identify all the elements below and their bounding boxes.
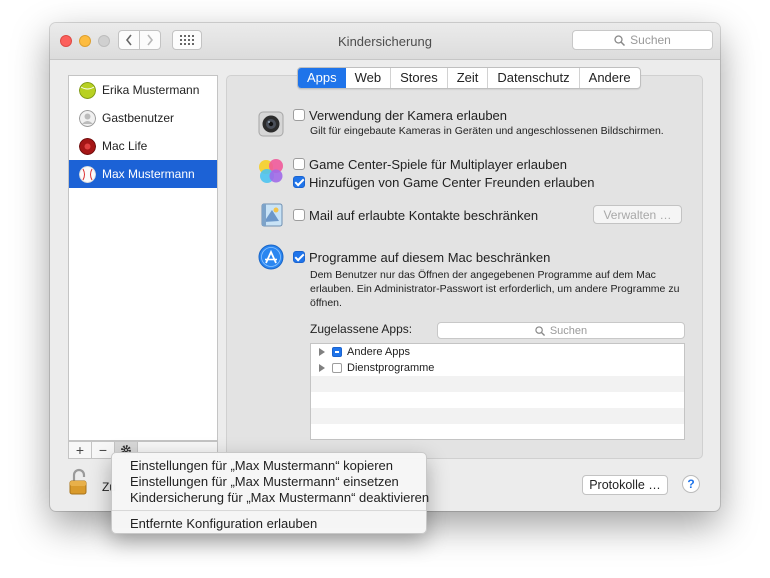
user-item-max[interactable]: Max Mustermann bbox=[69, 160, 217, 188]
apps-search-placeholder: Suchen bbox=[549, 324, 588, 337]
list-item[interactable]: Andere Apps bbox=[311, 344, 684, 360]
camera-checkbox[interactable] bbox=[293, 109, 305, 121]
search-placeholder: Suchen bbox=[630, 33, 671, 47]
user-name: Erika Mustermann bbox=[102, 83, 200, 97]
logs-button[interactable]: Protokolle … bbox=[582, 475, 668, 495]
friends-label: Hinzufügen von Game Center Freunden erla… bbox=[309, 175, 595, 190]
menu-separator bbox=[112, 510, 426, 511]
menu-item-copy-settings[interactable]: Einstellungen für „Max Mustermann“ kopie… bbox=[112, 458, 426, 474]
programs-checkbox[interactable] bbox=[293, 251, 305, 263]
tab-stores[interactable]: Stores bbox=[391, 68, 448, 88]
mail-checkbox[interactable] bbox=[293, 209, 305, 221]
list-item-checkbox[interactable] bbox=[332, 363, 342, 373]
gear-context-menu: Einstellungen für „Max Mustermann“ kopie… bbox=[111, 452, 429, 534]
camera-icon bbox=[258, 111, 284, 137]
game-center-icon bbox=[259, 159, 283, 183]
apps-search-input[interactable]: Suchen bbox=[437, 322, 685, 339]
user-list: Erika Mustermann Gastbenutzer Mac Life M… bbox=[68, 75, 218, 441]
title-bar: Kindersicherung Suchen bbox=[50, 23, 720, 60]
empty-row bbox=[311, 392, 684, 408]
user-item-erika[interactable]: Erika Mustermann bbox=[69, 76, 217, 104]
tab-web[interactable]: Web bbox=[346, 68, 392, 88]
programs-label: Programme auf diesem Mac beschränken bbox=[309, 250, 551, 265]
empty-row bbox=[311, 376, 684, 392]
user-name: Max Mustermann bbox=[102, 167, 195, 181]
preferences-window: Kindersicherung Suchen Erika Mustermann … bbox=[50, 23, 720, 511]
tab-datenschutz[interactable]: Datenschutz bbox=[488, 68, 580, 88]
disclosure-triangle-icon[interactable] bbox=[319, 364, 325, 372]
mail-label: Mail auf erlaubte Kontakte beschränken bbox=[309, 208, 539, 223]
user-item-maclife[interactable]: Mac Life bbox=[69, 132, 217, 160]
help-button[interactable]: ? bbox=[682, 475, 700, 493]
user-name: Gastbenutzer bbox=[102, 111, 175, 125]
disclosure-triangle-icon[interactable] bbox=[319, 348, 325, 356]
tennis-ball-avatar-icon bbox=[79, 81, 96, 99]
list-item[interactable]: Dienstprogramme bbox=[311, 360, 684, 376]
camera-label: Verwendung der Kamera erlauben bbox=[309, 108, 508, 123]
tab-andere[interactable]: Andere bbox=[580, 68, 640, 88]
list-item-label: Dienstprogramme bbox=[347, 362, 435, 374]
list-item-checkbox[interactable] bbox=[332, 347, 342, 357]
camera-description: Gilt für eingebaute Kameras in Geräten u… bbox=[310, 125, 664, 137]
search-icon bbox=[614, 34, 626, 46]
app-store-icon bbox=[258, 244, 284, 270]
manage-contacts-button[interactable]: Verwalten … bbox=[593, 205, 682, 224]
empty-row bbox=[311, 424, 684, 439]
allowed-apps-list: Andere Apps Dienstprogramme bbox=[310, 343, 685, 440]
user-name: Mac Life bbox=[102, 139, 148, 153]
add-user-button[interactable]: + bbox=[69, 442, 92, 458]
guest-avatar-icon bbox=[79, 109, 96, 127]
programs-description: Dem Benutzer nur das Öffnen der angegebe… bbox=[310, 269, 680, 309]
tab-zeit[interactable]: Zeit bbox=[448, 68, 489, 88]
empty-row bbox=[311, 408, 684, 424]
address-book-icon bbox=[261, 203, 283, 227]
multiplayer-checkbox[interactable] bbox=[293, 158, 305, 170]
user-item-guest[interactable]: Gastbenutzer bbox=[69, 104, 217, 132]
search-icon bbox=[535, 325, 545, 336]
menu-item-disable-parental-controls[interactable]: Kindersicherung für „Max Mustermann“ dea… bbox=[112, 490, 429, 506]
tab-bar: Apps Web Stores Zeit Datenschutz Andere bbox=[297, 67, 641, 89]
menu-item-paste-settings[interactable]: Einstellungen für „Max Mustermann“ einse… bbox=[112, 474, 426, 490]
flower-avatar-icon bbox=[79, 137, 96, 155]
list-item-label: Andere Apps bbox=[347, 346, 410, 358]
friends-checkbox[interactable] bbox=[293, 176, 305, 188]
allowed-apps-label: Zugelassene Apps: bbox=[310, 322, 413, 336]
baseball-avatar-icon bbox=[79, 165, 96, 183]
tab-apps[interactable]: Apps bbox=[298, 68, 346, 88]
lock-icon[interactable] bbox=[68, 468, 90, 496]
search-input[interactable]: Suchen bbox=[572, 30, 713, 50]
multiplayer-label: Game Center-Spiele für Multiplayer erlau… bbox=[309, 157, 567, 172]
menu-item-allow-remote-config[interactable]: Entfernte Konfiguration erlauben bbox=[112, 516, 426, 532]
